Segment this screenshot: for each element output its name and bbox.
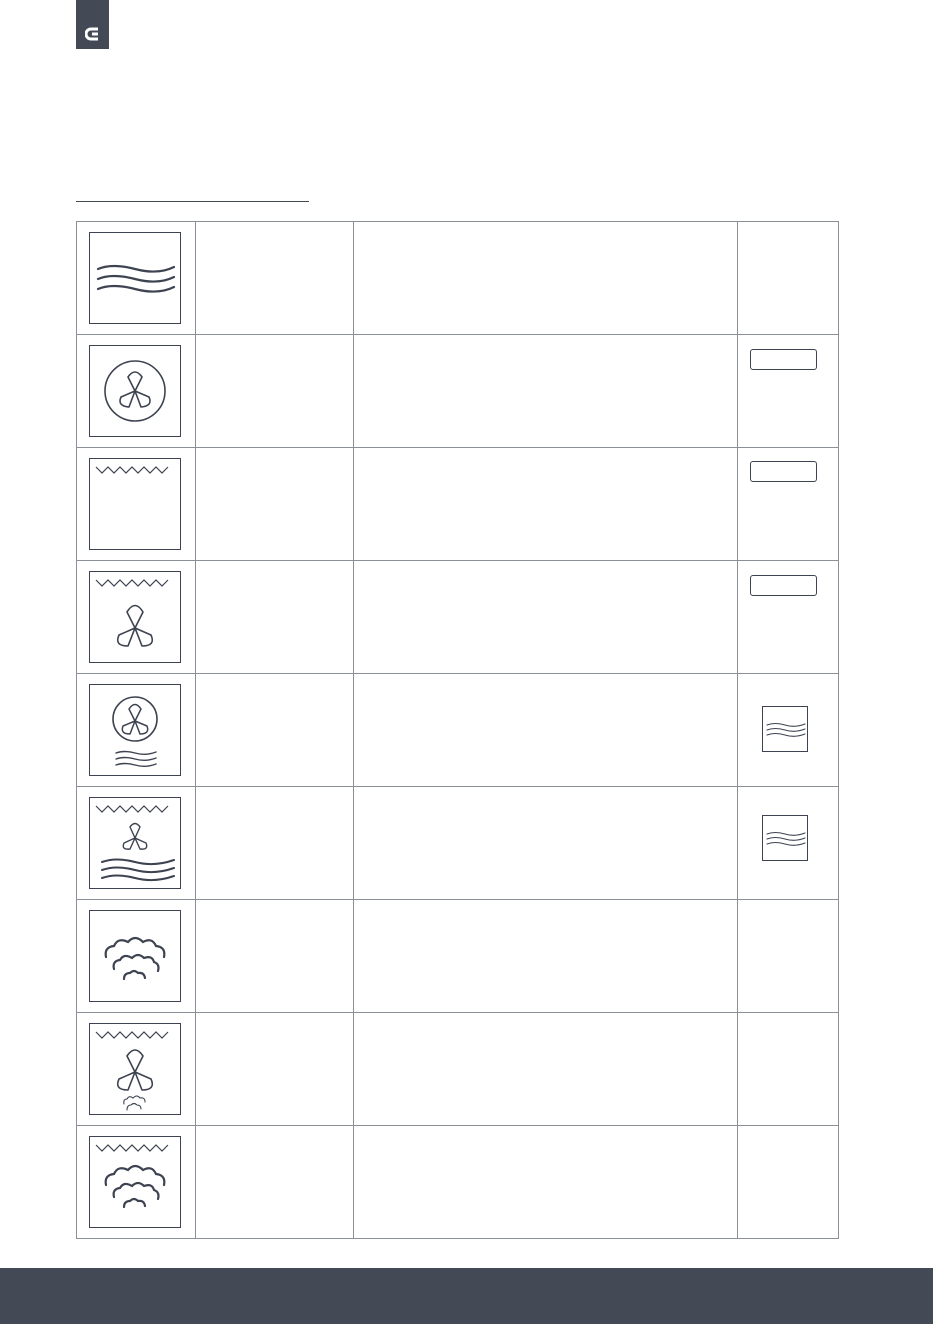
brand-logo — [76, 0, 109, 49]
bottom-heat-waves-icon — [89, 232, 181, 324]
mode-name — [196, 335, 353, 355]
mode-name — [196, 1126, 353, 1146]
table-row — [76, 786, 839, 900]
mode-description — [354, 561, 737, 581]
ring-fan-bottom-heat-icon — [89, 684, 181, 776]
mode-description — [354, 222, 737, 242]
mode-name — [196, 787, 353, 807]
mode-description — [354, 787, 737, 807]
table-row — [76, 673, 839, 787]
top-heat-steam-icon — [89, 1136, 181, 1228]
pill-icon — [750, 461, 817, 482]
table-row — [76, 1012, 839, 1126]
table-row — [76, 334, 839, 448]
pill-icon — [750, 575, 817, 596]
steam-icon — [89, 910, 181, 1002]
table-row — [76, 221, 839, 335]
footer-bar — [0, 1268, 933, 1324]
mode-name — [196, 900, 353, 920]
mode-name — [196, 561, 353, 581]
pill-icon — [750, 349, 817, 370]
mode-description — [354, 448, 737, 468]
top-heat-icon — [89, 458, 181, 550]
mode-description — [354, 335, 737, 355]
mode-name — [196, 448, 353, 468]
table-row — [76, 899, 839, 1013]
ring-fan-icon — [89, 345, 181, 437]
title-underline — [76, 201, 309, 202]
oven-modes-table — [76, 221, 839, 1239]
mode-name — [196, 1013, 353, 1033]
top-fan-bottom-heat-icon — [89, 797, 181, 889]
top-heat-fan-steam-icon — [89, 1023, 181, 1115]
mode-name — [196, 674, 353, 694]
table-row — [76, 447, 839, 561]
small-waves-icon — [762, 706, 808, 752]
small-waves-icon — [762, 815, 808, 861]
table-row — [76, 560, 839, 674]
mode-description — [354, 1126, 737, 1146]
table-row — [76, 1125, 839, 1239]
mode-description — [354, 674, 737, 694]
top-heat-fan-icon — [89, 571, 181, 663]
mode-description — [354, 900, 737, 920]
mode-name — [196, 222, 353, 242]
brand-c-logo-icon — [84, 27, 98, 41]
mode-description — [354, 1013, 737, 1033]
